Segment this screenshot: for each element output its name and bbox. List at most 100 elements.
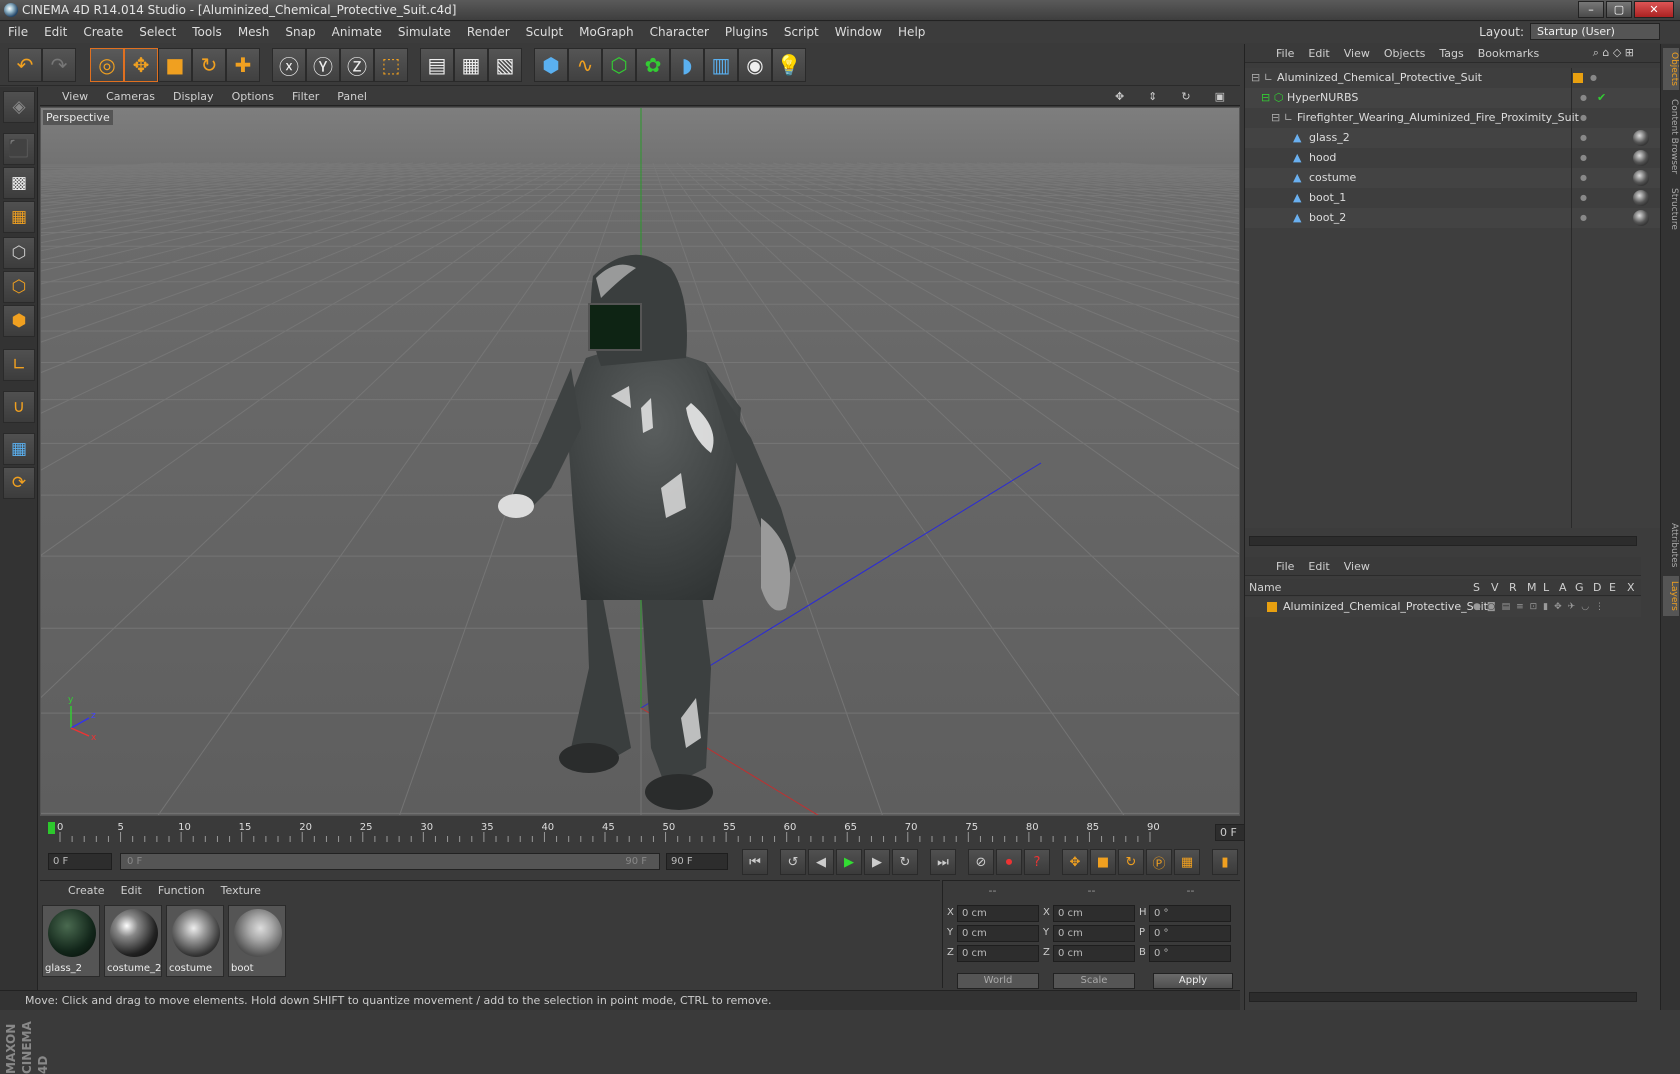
layer-row[interactable]: Aluminized_Chemical_Protective_Suit ●◙▤≡…	[1245, 597, 1641, 617]
timeline-playhead[interactable]	[48, 822, 55, 834]
z-axis-icon[interactable]: Ⓩ	[340, 48, 374, 82]
material-swatch[interactable]: costume	[166, 905, 224, 977]
visibility-dots-icon[interactable]: ●	[1580, 88, 1593, 108]
object-menu-item[interactable]: Tags	[1432, 47, 1470, 60]
render-view-icon[interactable]: ▤	[420, 48, 454, 82]
tree-row[interactable]: ▲ costume ●	[1245, 168, 1661, 188]
spline-pen-icon[interactable]: ∿	[568, 48, 602, 82]
pan-view-icon[interactable]: ✥	[1106, 87, 1133, 106]
menu-item[interactable]: Snap	[277, 22, 323, 43]
material-swatch[interactable]: boot	[228, 905, 286, 977]
perspective-viewport[interactable]: Perspective y z x	[40, 107, 1240, 816]
maximize-button[interactable]: ▢	[1606, 1, 1632, 18]
goto-start-icon[interactable]: ⏮	[742, 849, 768, 875]
key-rotation-icon[interactable]: ↻	[1118, 849, 1144, 875]
record-off-icon[interactable]: ⊘	[968, 849, 994, 875]
render-settings-icon[interactable]: ▧	[488, 48, 522, 82]
key-parameter-icon[interactable]: Ⓟ	[1146, 849, 1172, 875]
layer-column-e[interactable]: E	[1609, 579, 1616, 596]
viewport-menu-item[interactable]: Display	[164, 87, 223, 105]
tree-row[interactable]: ⊟ ⬡ HyperNURBS ● ✔	[1245, 88, 1661, 108]
size-x-field[interactable]: 0 cm	[1053, 905, 1135, 922]
layer-horizontal-scrollbar[interactable]	[1249, 992, 1637, 1002]
material-tag-icon[interactable]	[1633, 170, 1649, 186]
layer-column-m[interactable]: M	[1527, 579, 1537, 596]
range-slider[interactable]: 0 F 90 F	[120, 853, 660, 870]
coordinate-mode-dropdown[interactable]: World	[957, 973, 1039, 989]
material-swatch[interactable]: costume_2	[104, 905, 162, 977]
end-frame-field[interactable]: 90 F	[666, 853, 728, 870]
visibility-dots-icon[interactable]: ●	[1580, 148, 1593, 168]
deformer-icon[interactable]: ◗	[670, 48, 704, 82]
position-y-field[interactable]: 0 cm	[957, 925, 1039, 942]
record-icon[interactable]: ⏺	[996, 849, 1022, 875]
tree-row[interactable]: ▲ boot_2 ●	[1245, 208, 1661, 228]
object-menu-item[interactable]: Objects	[1377, 47, 1433, 60]
layer-column-l[interactable]: L	[1543, 579, 1549, 596]
help-key-icon[interactable]: ?	[1024, 849, 1050, 875]
workplane-lock-icon[interactable]: ▦	[3, 433, 35, 465]
rotation-b-field[interactable]: 0 °	[1149, 945, 1231, 962]
size-mode-dropdown[interactable]: Scale	[1053, 973, 1135, 989]
layer-menu-item[interactable]: File	[1269, 560, 1301, 573]
make-editable-icon[interactable]: ◈	[3, 91, 35, 123]
key-scale-icon[interactable]: ■	[1090, 849, 1116, 875]
object-menu-item[interactable]: File	[1269, 47, 1301, 60]
timeline-ruler[interactable]: 0 5 10 15 20 25 30 35 40 45 50 55 60 65 70 75 80 85 90 0 F	[40, 818, 1279, 844]
workplane-mode-icon[interactable]: ▦	[3, 201, 35, 233]
tree-row[interactable]: ⊟ ∟ Firefighter_Wearing_Aluminized_Fire_…	[1245, 108, 1661, 128]
visibility-dots-icon[interactable]: ●	[1590, 68, 1603, 88]
menu-item[interactable]: Help	[890, 22, 933, 43]
minimize-button[interactable]: –	[1578, 1, 1604, 18]
move-tool-icon[interactable]: ✥	[124, 48, 158, 82]
previous-frame-icon[interactable]: ◀	[808, 849, 834, 875]
search-icon[interactable]: ⌕ ⌂ ◇ ⊞	[1586, 46, 1660, 60]
menu-item[interactable]: Window	[827, 22, 890, 43]
cube-primitive-icon[interactable]: ⬢	[534, 48, 568, 82]
apply-button[interactable]: Apply	[1153, 973, 1233, 989]
tab-structure[interactable]: Structure	[1663, 184, 1679, 234]
menu-item[interactable]: Animate	[324, 22, 390, 43]
viewport-menu-item[interactable]: Filter	[283, 87, 328, 105]
y-axis-icon[interactable]: Ⓨ	[306, 48, 340, 82]
axis-mode-icon[interactable]: ∟	[3, 349, 35, 381]
position-z-field[interactable]: 0 cm	[957, 945, 1039, 962]
material-tag-icon[interactable]	[1633, 130, 1649, 146]
visibility-dots-icon[interactable]: ●	[1580, 208, 1593, 228]
menu-item[interactable]: Render	[459, 22, 518, 43]
size-y-field[interactable]: 0 cm	[1053, 925, 1135, 942]
menu-item[interactable]: Sculpt	[518, 22, 571, 43]
material-menu-item[interactable]: Create	[60, 881, 113, 900]
undo-icon[interactable]: ↶	[8, 48, 42, 82]
live-selection-icon[interactable]: ◎	[90, 48, 124, 82]
object-horizontal-scrollbar[interactable]	[1249, 536, 1637, 546]
floor-icon[interactable]: ▥	[704, 48, 738, 82]
coordinate-system-icon[interactable]: ⬚	[374, 48, 408, 82]
next-key-icon[interactable]: ↻	[892, 849, 918, 875]
menu-item[interactable]: Character	[642, 22, 717, 43]
layer-column-r[interactable]: R	[1509, 579, 1517, 596]
edges-mode-icon[interactable]: ⬡	[3, 271, 35, 303]
array-icon[interactable]: ✿	[636, 48, 670, 82]
tree-row[interactable]: ▲ boot_1 ●	[1245, 188, 1661, 208]
visibility-dots-icon[interactable]: ●	[1580, 168, 1593, 188]
menu-item[interactable]: Script	[776, 22, 827, 43]
points-mode-icon[interactable]: ⬡	[3, 237, 35, 269]
zoom-view-icon[interactable]: ⇕	[1139, 87, 1166, 106]
layer-column-g[interactable]: G	[1575, 579, 1584, 596]
redo-icon[interactable]: ↷	[42, 48, 76, 82]
viewport-menu-item[interactable]: View	[40, 87, 97, 105]
toggle-layout-icon[interactable]: ▣	[1206, 87, 1234, 106]
layer-column-x[interactable]: X	[1627, 579, 1635, 596]
visibility-dots-icon[interactable]: ●	[1580, 128, 1593, 148]
key-pla-icon[interactable]: ▦	[1174, 849, 1200, 875]
model-mode-icon[interactable]: ⬛	[3, 133, 35, 165]
object-menu-item[interactable]: Edit	[1301, 47, 1336, 60]
layer-column-a[interactable]: A	[1559, 579, 1567, 596]
render-picture-viewer-icon[interactable]: ▦	[454, 48, 488, 82]
tree-row[interactable]: ⊟ ∟ Aluminized_Chemical_Protective_Suit …	[1245, 68, 1661, 88]
menu-item[interactable]: Select	[131, 22, 184, 43]
layer-column-d[interactable]: D	[1593, 579, 1601, 596]
x-axis-icon[interactable]: ⓧ	[272, 48, 306, 82]
soft-selection-icon[interactable]: ⟳	[3, 467, 35, 499]
